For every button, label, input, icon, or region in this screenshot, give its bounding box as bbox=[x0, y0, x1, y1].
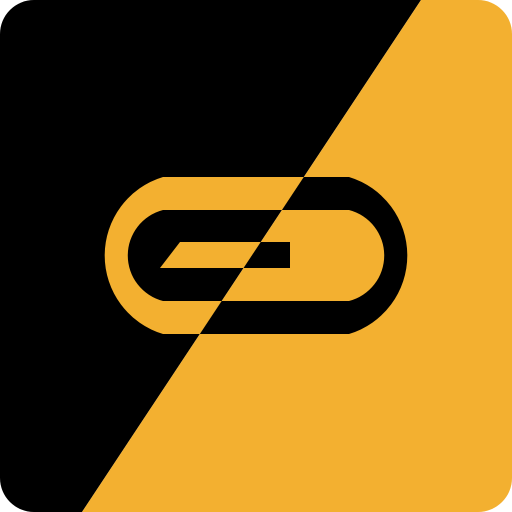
app-logo-icon bbox=[0, 0, 512, 512]
app-icon-tile bbox=[0, 0, 512, 512]
